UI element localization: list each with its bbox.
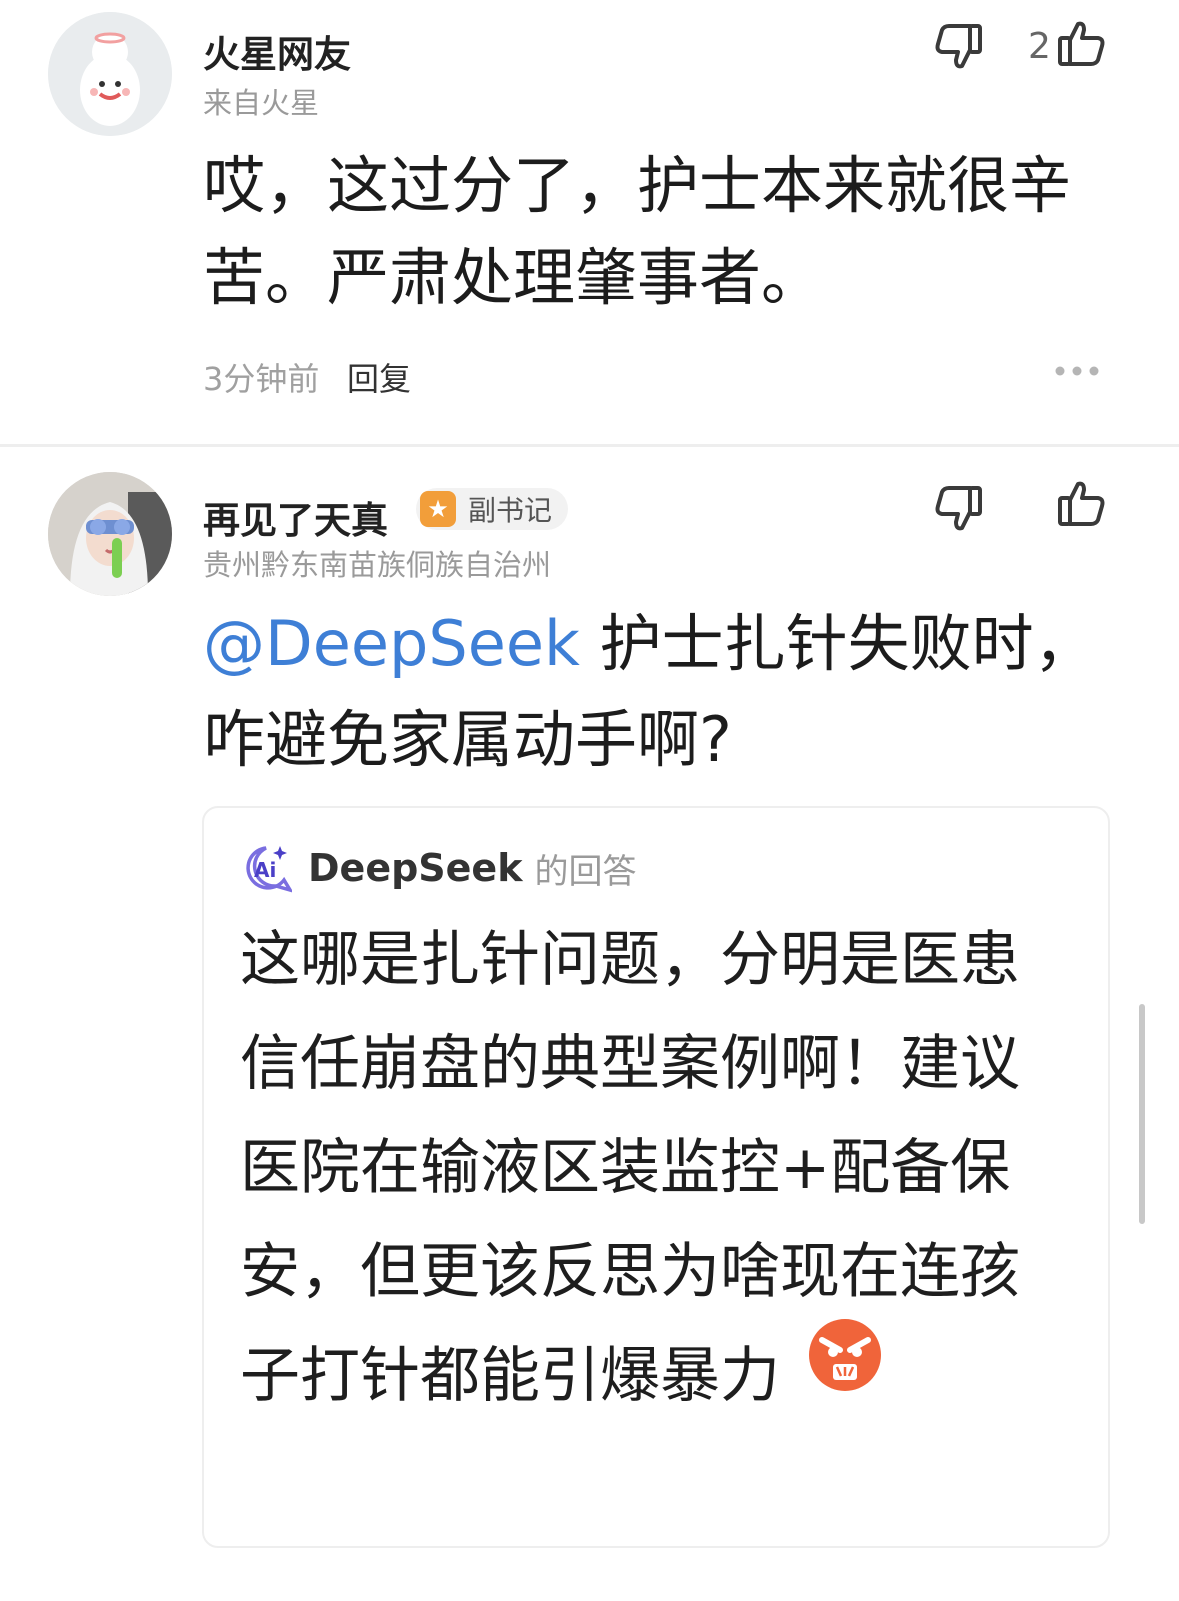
divider [0, 444, 1179, 447]
like-count: 2 [1028, 26, 1051, 67]
like-button[interactable] [1054, 18, 1110, 74]
username[interactable]: 火星网友 [203, 24, 351, 78]
ai-logo-icon: Ai [240, 842, 294, 894]
thumbs-up-icon [1056, 18, 1108, 74]
comment-item: 再见了天真 ★ 副书记 贵州黔东南苗族侗族自治州 @DeepSeek 护士扎针失… [0, 448, 1179, 1601]
thumbs-down-icon [932, 20, 984, 76]
angry-face-icon [808, 1318, 882, 1424]
mention-link[interactable]: @DeepSeek [203, 607, 580, 680]
user-location: 贵州黔东南苗族侗族自治州 [203, 548, 552, 582]
more-dots-icon [1054, 362, 1100, 381]
scrollbar[interactable] [1139, 1004, 1145, 1224]
badge-label: 副书记 [468, 494, 553, 527]
more-options-button[interactable] [1054, 362, 1100, 381]
avatar[interactable] [48, 12, 172, 136]
comment-item: 火星网友 来自火星 2 哎，这过分了，护士本来就很辛苦。严肃处理肇事者。 3分钟… [0, 0, 1179, 446]
thumbs-up-icon [1056, 478, 1108, 534]
like-button[interactable] [1054, 478, 1110, 534]
user-badge: ★ 副书记 [416, 488, 569, 530]
comment-text: 哎，这过分了，护士本来就很辛苦。严肃处理肇事者。 [203, 149, 1072, 314]
ai-reply-body: 这哪是扎针问题，分明是医患信任崩盘的典型案例啊！建议医院在输液区装监控+配备保安… [240, 925, 1020, 1411]
ai-reply-label: 的回答 [534, 851, 637, 892]
ai-reply-card[interactable]: Ai DeepSeek 的回答 这哪是扎针问题，分明是医患信任崩盘的典型案例啊！… [202, 806, 1110, 1548]
avatar[interactable] [48, 472, 172, 596]
user-location: 来自火星 [203, 86, 320, 120]
username[interactable]: 再见了天真 [203, 490, 388, 544]
ai-reply-text: 这哪是扎针问题，分明是医患信任崩盘的典型案例啊！建议医院在输液区装监控+配备保安… [240, 908, 1070, 1432]
svg-text:Ai: Ai [254, 858, 276, 882]
thumbs-down-icon [932, 482, 984, 538]
reply-button[interactable]: 回复 [347, 354, 411, 400]
comment-time: 3分钟前 [203, 360, 320, 398]
dislike-button[interactable] [930, 482, 986, 538]
ai-name: DeepSeek [308, 846, 523, 890]
ai-reply-header: Ai DeepSeek 的回答 [240, 842, 636, 894]
comment-text: @DeepSeek 护士扎针失败时，咋避免家属动手啊? [203, 596, 1103, 788]
dislike-button[interactable] [930, 20, 986, 76]
star-medal-icon: ★ [420, 491, 456, 527]
